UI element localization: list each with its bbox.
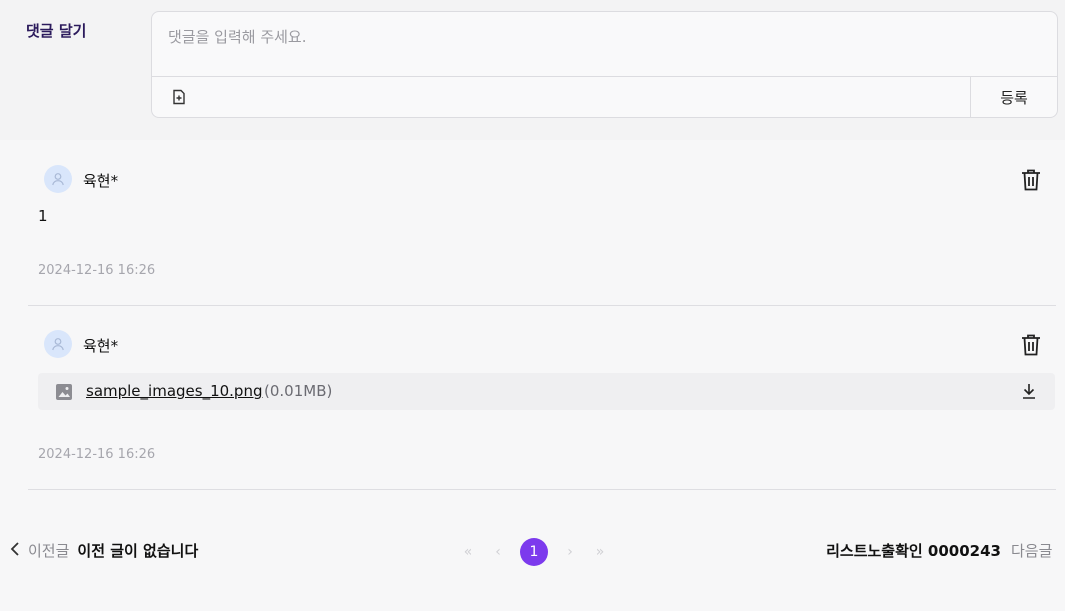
- comment-author: 육현*: [83, 172, 119, 190]
- comment-write-label: 댓글 달기: [26, 22, 87, 40]
- delete-comment-icon[interactable]: [1020, 333, 1042, 357]
- comment-input[interactable]: 댓글을 입력해 주세요.: [168, 26, 307, 47]
- prev-post-label: 이전글: [28, 542, 70, 560]
- avatar: [44, 330, 72, 358]
- avatar: [44, 165, 72, 193]
- prev-page-icon[interactable]: ‹: [490, 544, 506, 560]
- attachment-link[interactable]: sample_images_10.png: [86, 382, 262, 400]
- comment-author: 육현*: [83, 337, 119, 355]
- pagination: « ‹ 1 › »: [460, 538, 608, 566]
- submit-comment-button[interactable]: 등록: [970, 77, 1057, 118]
- page-number[interactable]: 1: [520, 538, 548, 566]
- comment-toolbar: 등록: [152, 76, 1057, 118]
- user-icon: [52, 338, 64, 351]
- download-icon[interactable]: [1019, 381, 1039, 401]
- attachment-row: sample_images_10.png (0.01MB): [38, 373, 1055, 410]
- delete-comment-icon[interactable]: [1020, 168, 1042, 192]
- image-file-icon: [55, 383, 73, 401]
- comment-date: 2024-12-16 16:26: [38, 263, 156, 278]
- comment-input-box[interactable]: 댓글을 입력해 주세요. 등록: [151, 11, 1058, 118]
- last-page-icon[interactable]: »: [592, 544, 608, 560]
- comment-date: 2024-12-16 16:26: [38, 447, 156, 462]
- user-icon: [52, 173, 64, 186]
- attachment-size: (0.01MB): [264, 382, 333, 400]
- prev-post-title: 이전 글이 없습니다: [77, 542, 199, 560]
- comment-item: 육현* sample_images_10.png (0.01MB) 2024-1…: [28, 315, 1056, 490]
- chevron-left-icon: [10, 541, 20, 561]
- attach-file-icon[interactable]: [170, 88, 188, 106]
- comment-write-section: 댓글 달기 댓글을 입력해 주세요. 등록: [0, 0, 1065, 140]
- next-page-icon[interactable]: ›: [562, 544, 578, 560]
- comment-item: 육현* 1 2024-12-16 16:26: [28, 150, 1056, 306]
- next-post-label: 다음글: [1011, 542, 1053, 560]
- post-navigation: 이전글 이전 글이 없습니다 « ‹ 1 › » 리스트노출확인 0000243…: [0, 530, 1065, 574]
- next-post-title: 리스트노출확인 0000243: [826, 542, 1001, 560]
- prev-post-link[interactable]: 이전글 이전 글이 없습니다: [10, 540, 198, 561]
- next-post-link[interactable]: 리스트노출확인 0000243 다음글: [826, 540, 1065, 561]
- comment-body: 1: [38, 207, 48, 225]
- first-page-icon[interactable]: «: [460, 544, 476, 560]
